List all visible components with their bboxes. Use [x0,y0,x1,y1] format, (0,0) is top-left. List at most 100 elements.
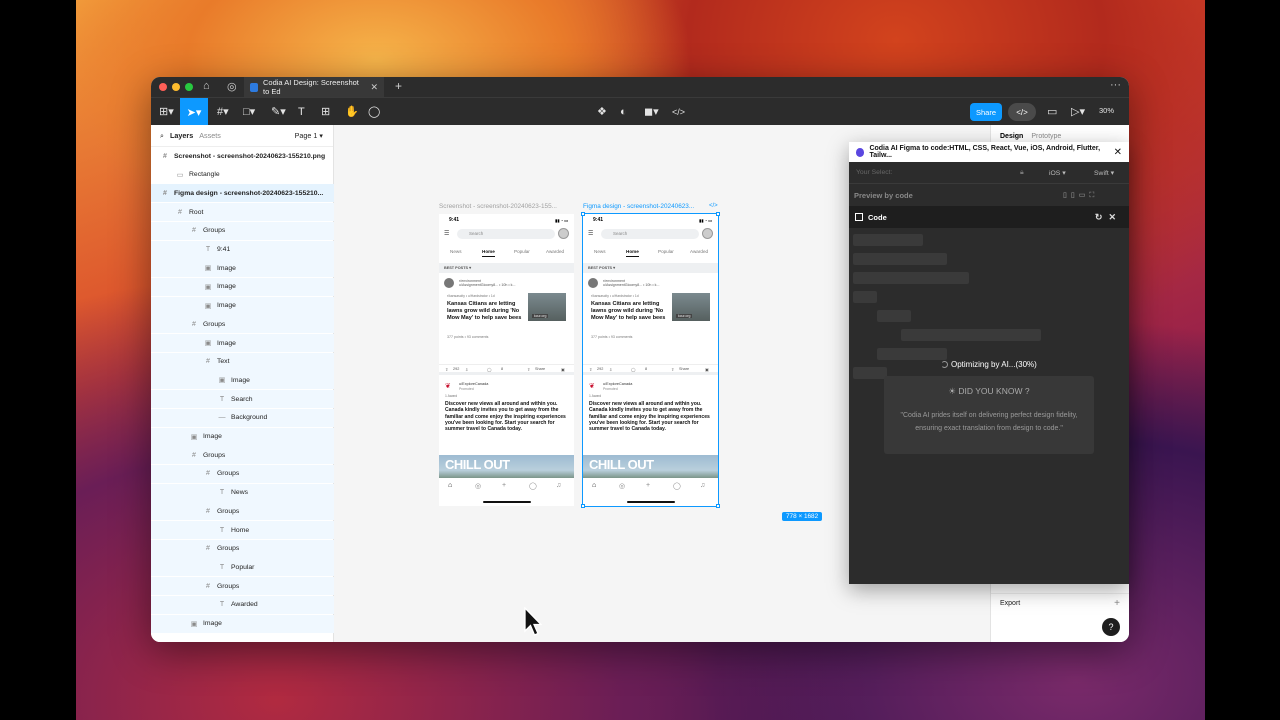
comment-icon: ◯ [631,368,636,372]
close-window-button[interactable] [159,83,167,91]
layer-row[interactable]: ▣ Image [151,614,334,633]
share-button[interactable]: Share [970,103,1002,121]
share-label: Share [535,367,546,371]
search-icon[interactable]: ⌕ [160,131,164,141]
resize-handle[interactable] [581,504,585,508]
layer-row[interactable]: # Screenshot - screenshot-20240623-155210… [151,147,334,165]
save-icon: ▣ [561,368,565,372]
device-icons[interactable]: ▯▯▭⛶ [1063,191,1098,200]
close-tab-icon[interactable]: ✕ [370,82,378,93]
layer-label: Groups [217,470,240,478]
code-icon[interactable]: </> [672,104,685,120]
screenshot-frame[interactable]: 9:41 ▮▮ ◔ ▭ ☰ Search News Home Popular Aw… [439,214,574,506]
layer-row[interactable]: T Home [151,521,334,539]
award-label: 1 Award [445,394,458,398]
promoted-label: Promoted [603,387,618,391]
layer-row[interactable]: T Search [151,390,334,409]
zoom-level[interactable]: 30% [1099,106,1114,115]
refresh-close-icons[interactable]: ↻✕ [1095,212,1122,223]
layer-row[interactable]: ▣ Image [151,259,334,278]
layer-row[interactable]: # Groups [151,315,334,334]
comment-tool-icon[interactable]: ◯ [368,104,380,120]
layer-row[interactable]: T Awarded [151,595,334,614]
boolean-icon[interactable]: ◼▾ [644,104,659,120]
feed-tabs: News Home Popular Awarded [439,249,574,259]
code-icon[interactable]: </> [709,203,718,209]
layer-row[interactable]: T Popular [151,558,334,577]
layer-row[interactable]: # Groups [151,446,334,465]
toolbar: ⊞▾ ➤▾ #▾ □▾ ✎▾ T ⊞ ✋ ◯ ❖ ◐ ◼▾ </> Share … [151,97,1129,126]
figma-design-frame[interactable]: 9:41 ▮▮ ◔ ▭ ☰ Search News Home Popular Aw… [582,213,719,507]
post-body: Discover new views all around and within… [589,401,710,433]
optimizing-status: Optimizing by AI...(30%) [941,360,1037,369]
help-button[interactable]: ? [1102,618,1120,636]
code-panel-icon [855,213,863,221]
shape-tool-icon[interactable]: □▾ [243,104,255,120]
frame-label-screenshot[interactable]: Screenshot - screenshot-20240623-155... [439,203,557,210]
globe-icon[interactable]: ◎ [227,80,237,93]
maximize-window-button[interactable] [185,83,193,91]
layer-row[interactable]: # Groups [151,577,334,596]
frame-label-figma-design[interactable]: Figma design - screenshot-20240623... [583,203,694,210]
resize-handle[interactable] [716,212,720,216]
dev-mode-toggle[interactable]: </> [1008,103,1036,121]
layer-row[interactable]: # Groups [151,502,334,521]
tab-layers[interactable]: Layers [170,131,193,140]
main-menu-icon[interactable]: ⊞▾ [159,104,174,120]
present-icon[interactable]: ▷▾ [1071,104,1085,120]
layer-row[interactable]: ▣ Image [151,427,334,446]
platform-select[interactable]: iOS ▾ [1049,169,1066,177]
maple-leaf-icon: ❦ [589,383,595,390]
hand-tool-icon[interactable]: ✋ [345,104,359,120]
layer-label: Awarded [231,601,258,609]
resize-handle[interactable] [581,212,585,216]
home-icon[interactable]: ⌂ [203,80,210,92]
layer-row[interactable]: # Figma design - screenshot-20240623-1552… [151,184,334,203]
layer-type-icon: # [206,545,210,553]
layer-row[interactable]: ▭ Rectangle [151,166,334,184]
upvote-icon: ⇧ [445,368,449,372]
tab-design[interactable]: Design [1000,133,1023,140]
sort-label: BEST POSTS [444,266,469,270]
layer-row[interactable]: — Background [151,408,334,427]
layer-row[interactable]: # Groups [151,464,334,483]
move-tool-button[interactable]: ➤▾ [180,98,208,126]
resources-icon[interactable]: ⊞ [321,104,330,120]
layer-row[interactable]: # Groups [151,221,334,240]
layer-row[interactable]: ▣ Image [151,334,334,352]
tab-home: Home [482,249,495,257]
language-select[interactable]: Swift ▾ [1094,169,1114,177]
layer-row[interactable]: ▣ Image [151,277,334,296]
add-export-icon[interactable]: + [1114,598,1120,609]
text-tool-icon[interactable]: T [298,104,305,120]
crosspost-line: r/kansascity • u/Hardstr­ator • 1d [591,294,639,298]
more-icon[interactable]: ··· [1110,79,1121,91]
layer-row[interactable]: # Groups [151,539,334,558]
new-tab-button[interactable]: + [395,79,402,93]
close-icon[interactable]: ✕ [1114,147,1122,158]
page-selector[interactable]: Page 1 ▾ [295,131,323,140]
layer-type-icon: # [206,358,210,366]
pen-tool-icon[interactable]: ✎▾ [271,104,286,120]
resize-handle[interactable] [716,504,720,508]
tab-prototype[interactable]: Prototype [1031,133,1061,140]
layer-row[interactable]: ▣ Image [151,371,334,390]
document-tab[interactable]: Codia AI Design: Screenshot to Ed ✕ [244,77,384,97]
frame-tool-icon[interactable]: #▾ [217,104,229,120]
library-icon[interactable]: ▭ [1047,104,1057,120]
layer-type-icon: # [163,189,167,197]
lock-icon[interactable]: 🔒︎ [1020,169,1024,177]
tab-assets[interactable]: Assets [199,131,221,140]
layer-row[interactable]: T 9:41 [151,240,334,259]
menu-icon: ☰ [444,231,450,237]
layer-row[interactable]: # Text [151,352,334,371]
export-section[interactable]: Export + [991,593,1129,613]
component-icon[interactable]: ❖ [597,104,607,120]
minimize-window-button[interactable] [172,83,180,91]
mask-icon[interactable]: ◐ [620,104,627,120]
layer-row[interactable]: # Root [151,203,334,222]
layer-row[interactable]: ▣ Image [151,296,334,315]
figma-file-icon [250,82,258,92]
tab-news: News [594,249,606,254]
layer-row[interactable]: T News [151,483,334,502]
